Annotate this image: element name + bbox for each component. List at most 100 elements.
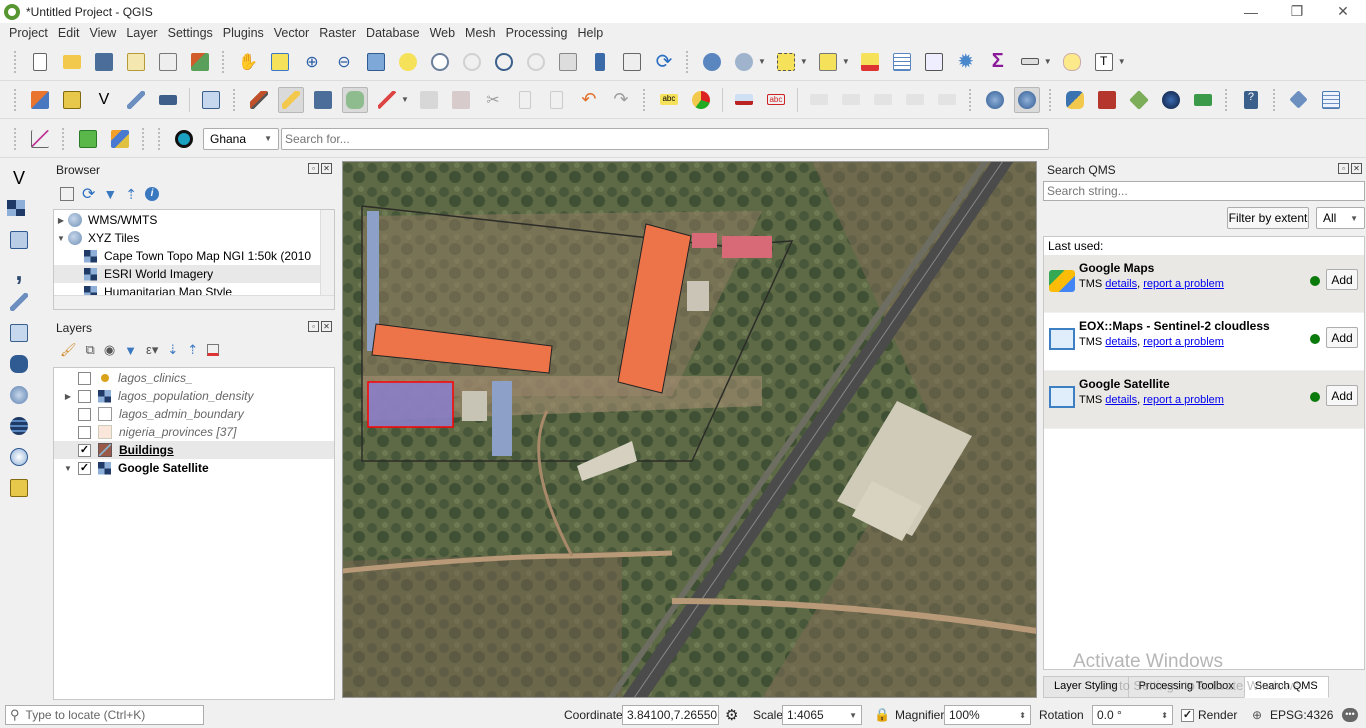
close-button[interactable]: ✕: [1320, 0, 1366, 23]
float-panel-icon[interactable]: ▫: [308, 163, 319, 174]
add-xyz-button[interactable]: [6, 475, 32, 501]
qms-filter-dropdown[interactable]: All ▼: [1316, 207, 1365, 229]
menu-raster[interactable]: Raster: [314, 26, 361, 40]
paste-features-button[interactable]: [544, 87, 570, 113]
close-panel-icon[interactable]: ✕: [321, 321, 332, 332]
geocode-button[interactable]: [171, 126, 197, 152]
menu-settings[interactable]: Settings: [163, 26, 218, 40]
expression-filter-icon[interactable]: ε▾: [146, 342, 158, 358]
browser-item-xyz-child[interactable]: Cape Town Topo Map NGI 1:50k (2010: [54, 247, 334, 265]
menu-plugins[interactable]: Plugins: [218, 26, 269, 40]
layer-stack-plugin-button[interactable]: [1126, 87, 1152, 113]
map-canvas[interactable]: [342, 161, 1037, 698]
add-raster-layer-button[interactable]: [6, 196, 32, 222]
coordinate-field[interactable]: 3.84100,7.26550: [622, 705, 719, 725]
field-calculator-button[interactable]: [921, 49, 947, 75]
layout-manager-button[interactable]: [155, 49, 181, 75]
browser-item-xyz[interactable]: ▼ XYZ Tiles: [54, 229, 334, 247]
toolbar-grip[interactable]: [1272, 88, 1277, 111]
browser-item-xyz-child[interactable]: ESRI World Imagery: [54, 265, 334, 283]
map-plugin-button[interactable]: [1190, 87, 1216, 113]
add-service-button[interactable]: Add: [1326, 385, 1358, 406]
chevron-down-icon[interactable]: ▼: [1044, 57, 1052, 66]
tab-search-qms[interactable]: Search QMS: [1243, 676, 1329, 698]
statistical-summary-button[interactable]: Σ: [985, 49, 1011, 75]
qms-add-button[interactable]: [982, 87, 1008, 113]
menu-mesh[interactable]: Mesh: [460, 26, 501, 40]
browser-vertical-scrollbar[interactable]: [320, 210, 334, 296]
modify-attributes-button[interactable]: [416, 87, 442, 113]
heatmap-plugin-button[interactable]: [1094, 87, 1120, 113]
new-virtual-layer-button[interactable]: [155, 87, 181, 113]
style-manager-button[interactable]: [187, 49, 213, 75]
spin-arrows-icon[interactable]: ⬍: [1019, 711, 1026, 720]
save-project-button[interactable]: [91, 49, 117, 75]
add-service-button[interactable]: Add: [1326, 327, 1358, 348]
tab-processing-toolbox[interactable]: Processing Toolbox: [1127, 676, 1245, 698]
save-layer-edits-button[interactable]: [310, 87, 336, 113]
redo-button[interactable]: ↷: [608, 87, 634, 113]
select-features-button[interactable]: [773, 49, 799, 75]
layer-item-google-satellite[interactable]: ▼ ✓ Google Satellite: [54, 459, 334, 477]
filter-icon[interactable]: ▼: [103, 186, 117, 202]
toolbar-grip[interactable]: [14, 127, 18, 150]
toolbar-grip[interactable]: [222, 50, 226, 73]
chevron-down-icon[interactable]: ▼: [800, 57, 808, 66]
new-bookmark-button[interactable]: [587, 49, 613, 75]
move-label-arrow-button[interactable]: [870, 87, 896, 113]
lock-scale-icon[interactable]: 🔒: [874, 707, 890, 723]
menu-web[interactable]: Web: [425, 26, 460, 40]
report-problem-link[interactable]: report a problem: [1143, 336, 1224, 348]
add-mesh-layer-button[interactable]: [6, 227, 32, 253]
select-by-attribute-button[interactable]: [815, 49, 841, 75]
add-selected-layers-icon[interactable]: [60, 187, 74, 201]
toolbar-grip[interactable]: [968, 88, 973, 111]
deselect-all-button[interactable]: [857, 49, 883, 75]
float-panel-icon[interactable]: ▫: [1338, 163, 1349, 174]
expand-all-icon[interactable]: ⇣: [167, 342, 178, 358]
delete-selected-button[interactable]: [448, 87, 474, 113]
layer-item-lagos-admin-boundary[interactable]: lagos_admin_boundary: [54, 405, 334, 423]
zoom-last-button[interactable]: [491, 49, 517, 75]
toolbar-grip[interactable]: [62, 127, 66, 150]
add-delimited-text-button[interactable]: ,: [6, 256, 32, 286]
add-service-button[interactable]: Add: [1326, 269, 1358, 290]
minimize-button[interactable]: —: [1228, 0, 1274, 23]
layer-item-lagos-population-density[interactable]: ▶ lagos_population_density: [54, 387, 334, 405]
browser-horizontal-scrollbar[interactable]: [54, 295, 334, 309]
details-link[interactable]: details: [1105, 278, 1137, 290]
layer-labeling-button[interactable]: abc: [656, 87, 682, 113]
run-feature-action-button[interactable]: [731, 49, 757, 75]
toggle-editing-button[interactable]: [278, 86, 304, 113]
add-polygon-feature-button[interactable]: [342, 86, 368, 113]
layer-item-lagos-clinics[interactable]: lagos_clinics_: [54, 369, 334, 387]
qms-search-button[interactable]: [1013, 86, 1040, 113]
selected-building-feature[interactable]: [368, 382, 453, 427]
menu-project[interactable]: Project: [4, 26, 53, 40]
menu-vector[interactable]: Vector: [269, 26, 314, 40]
refresh-button[interactable]: ⟳: [651, 49, 677, 75]
new-print-layout-button[interactable]: [123, 49, 149, 75]
toolbar-grip[interactable]: [158, 127, 162, 150]
toolbox-button[interactable]: ✹: [953, 49, 979, 75]
add-vector-layer-button[interactable]: V: [6, 165, 32, 191]
style-brush-icon[interactable]: 🖌: [60, 342, 77, 358]
close-panel-icon[interactable]: ✕: [321, 163, 332, 174]
layer-item-buildings[interactable]: ✓ Buildings: [54, 441, 334, 459]
layer-visibility-checkbox[interactable]: [78, 389, 91, 403]
tab-layer-styling[interactable]: Layer Styling: [1043, 676, 1129, 698]
zoom-to-layer-button[interactable]: [427, 49, 453, 75]
toolbar-grip[interactable]: [142, 127, 146, 150]
collapse-all-icon[interactable]: ⇡: [125, 186, 137, 203]
data-source-manager-button[interactable]: [27, 87, 53, 113]
chevron-down-icon[interactable]: ▼: [1118, 57, 1126, 66]
show-bookmarks-button[interactable]: [619, 49, 645, 75]
filter-legend-icon[interactable]: ▼: [124, 343, 137, 358]
zoom-full-button[interactable]: [363, 49, 389, 75]
menu-database[interactable]: Database: [361, 26, 425, 40]
move-label-button[interactable]: [806, 87, 832, 113]
add-group-icon[interactable]: ⧉: [86, 342, 95, 358]
toolbar-grip[interactable]: [14, 50, 18, 73]
crs-globe-icon[interactable]: ⊕: [1252, 708, 1262, 722]
toolbar-grip[interactable]: [1224, 88, 1229, 111]
